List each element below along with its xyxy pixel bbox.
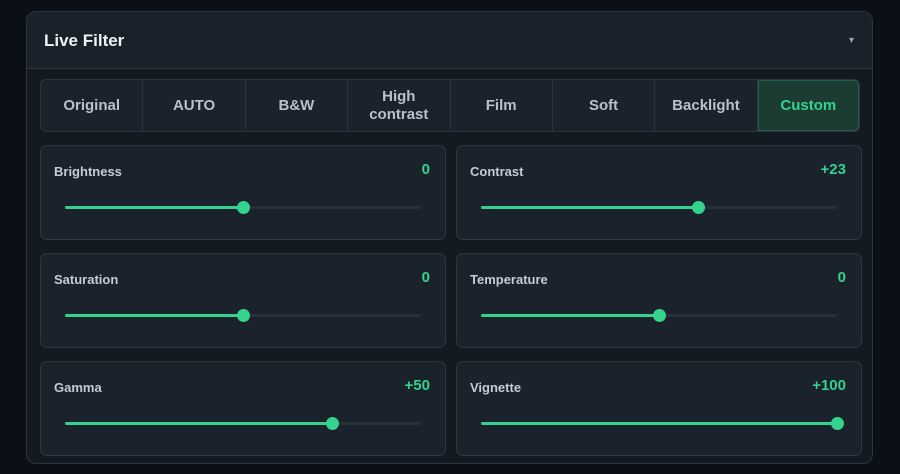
saturation-slider-card: Saturation 0 <box>40 253 446 348</box>
slider-value: +100 <box>812 377 846 394</box>
slider-value: 0 <box>421 269 430 286</box>
tab-label: Soft <box>588 96 619 114</box>
contrast-slider-track[interactable] <box>481 201 837 214</box>
contrast-slider-card: Contrast +23 <box>456 145 862 240</box>
gamma-slider-card: Gamma +50 <box>40 361 446 456</box>
tab-film[interactable]: Film <box>451 80 553 131</box>
gamma-slider-track[interactable] <box>65 417 421 430</box>
tab-backlight[interactable]: Backlight <box>655 80 758 131</box>
slider-fill <box>481 206 699 209</box>
slider-handle[interactable] <box>237 309 250 322</box>
slider-value: 0 <box>421 161 430 178</box>
vignette-slider-card: Vignette +100 <box>456 361 862 456</box>
slider-handle[interactable] <box>653 309 666 322</box>
brightness-slider-card: Brightness 0 <box>40 145 446 240</box>
tab-label: Backlight <box>672 96 740 114</box>
tab-label: Film <box>485 96 517 114</box>
temperature-slider-track[interactable] <box>481 309 837 322</box>
tab-bw[interactable]: B&W <box>246 80 349 131</box>
filter-preset-tabs: Original AUTO B&W High contrast Film Sof… <box>40 79 860 132</box>
slider-label: Temperature <box>470 272 548 287</box>
slider-label: Gamma <box>54 380 102 395</box>
vignette-slider-track[interactable] <box>481 417 844 430</box>
slider-fill <box>481 422 837 425</box>
tab-label: High contrast <box>369 87 429 123</box>
tab-custom[interactable]: Custom <box>757 80 859 131</box>
slider-label: Saturation <box>54 272 119 287</box>
temperature-slider-card: Temperature 0 <box>456 253 862 348</box>
tab-original[interactable]: Original <box>41 80 144 131</box>
slider-label: Contrast <box>470 164 524 179</box>
tab-label: B&W <box>278 96 315 114</box>
slider-value: +50 <box>404 377 430 394</box>
tab-auto[interactable]: AUTO <box>143 80 246 131</box>
tab-label: Custom <box>780 96 837 114</box>
tab-label: AUTO <box>172 96 216 114</box>
panel-header[interactable]: Live Filter ▾ <box>27 12 872 69</box>
slider-fill <box>65 206 243 209</box>
slider-handle[interactable] <box>692 201 706 214</box>
live-filter-panel: Live Filter ▾ Original AUTO B&W High con… <box>26 11 873 464</box>
slider-handle[interactable] <box>237 201 250 214</box>
slider-handle[interactable] <box>831 417 844 430</box>
saturation-slider-track[interactable] <box>65 309 421 322</box>
brightness-slider-track[interactable] <box>65 201 421 214</box>
chevron-down-icon[interactable]: ▾ <box>849 12 854 69</box>
slider-label: Brightness <box>54 164 122 179</box>
tab-high-contrast[interactable]: High contrast <box>348 80 451 131</box>
slider-value: 0 <box>837 269 846 286</box>
slider-label: Vignette <box>470 380 522 395</box>
slider-fill <box>481 314 659 317</box>
slider-fill <box>65 314 243 317</box>
slider-grid: Brightness 0 Contrast +23 Saturation 0 T… <box>40 145 862 456</box>
slider-fill <box>65 422 332 425</box>
panel-title: Live Filter <box>44 31 125 50</box>
slider-handle[interactable] <box>326 417 339 430</box>
tab-label: Original <box>63 96 121 114</box>
tab-soft[interactable]: Soft <box>553 80 656 131</box>
slider-value: +23 <box>820 161 846 178</box>
